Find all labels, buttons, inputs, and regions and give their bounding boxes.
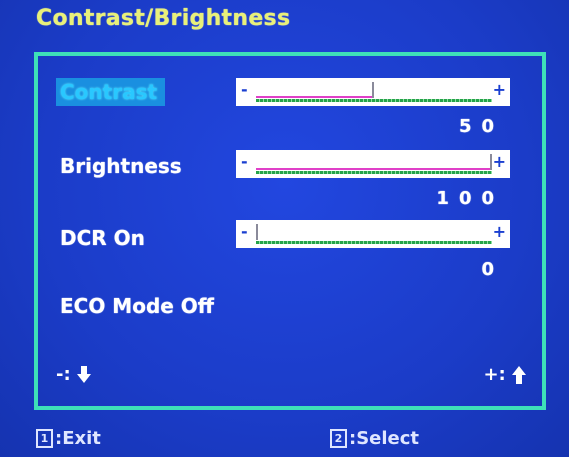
increase-icon: + bbox=[492, 222, 506, 241]
increase-icon: + bbox=[492, 152, 506, 171]
slider-fill bbox=[256, 168, 492, 170]
decrease-hint: -: bbox=[56, 364, 91, 385]
brightness-slider[interactable]: - + bbox=[236, 150, 510, 178]
brightness-value: 100 bbox=[436, 188, 504, 209]
osd-menu: Contrast/Brightness Contrast - + 50 Brig… bbox=[0, 0, 569, 457]
exit-hint[interactable]: 1:Exit bbox=[36, 428, 101, 449]
contrast-slider[interactable]: - + bbox=[236, 78, 510, 106]
dcr-label[interactable]: DCR On bbox=[56, 224, 153, 252]
exit-label: :Exit bbox=[55, 428, 101, 449]
slider-knob[interactable] bbox=[372, 82, 374, 98]
decrease-icon: - bbox=[241, 222, 248, 241]
eco-mode-label[interactable]: ECO Mode Off bbox=[56, 292, 222, 320]
slider-knob[interactable] bbox=[256, 224, 258, 240]
contrast-label[interactable]: Contrast bbox=[56, 78, 166, 106]
select-hint[interactable]: 2:Select bbox=[330, 428, 419, 449]
slider-track bbox=[256, 99, 492, 102]
key-1-icon: 1 bbox=[36, 429, 53, 448]
decrease-icon: - bbox=[241, 80, 248, 99]
decrease-hint-label: -: bbox=[56, 364, 71, 385]
increase-hint-label: +: bbox=[483, 364, 506, 385]
slider-track bbox=[256, 171, 492, 174]
menu-title: Contrast/Brightness bbox=[36, 6, 291, 31]
increase-hint: +: bbox=[483, 364, 526, 385]
slider-fill bbox=[256, 96, 374, 98]
increase-icon: + bbox=[492, 80, 506, 99]
dcr-value: 0 bbox=[481, 259, 504, 280]
dcr-slider[interactable]: - + bbox=[236, 220, 510, 248]
brightness-label[interactable]: Brightness bbox=[56, 152, 190, 180]
arrow-down-icon bbox=[76, 366, 91, 383]
contrast-value: 50 bbox=[458, 116, 504, 137]
decrease-icon: - bbox=[241, 152, 248, 171]
arrow-up-icon bbox=[512, 366, 526, 384]
key-2-icon: 2 bbox=[330, 429, 347, 448]
select-label: :Select bbox=[349, 428, 420, 449]
slider-track bbox=[256, 241, 492, 244]
settings-panel: Contrast - + 50 Brightness - + 100 DCR O… bbox=[34, 52, 546, 410]
